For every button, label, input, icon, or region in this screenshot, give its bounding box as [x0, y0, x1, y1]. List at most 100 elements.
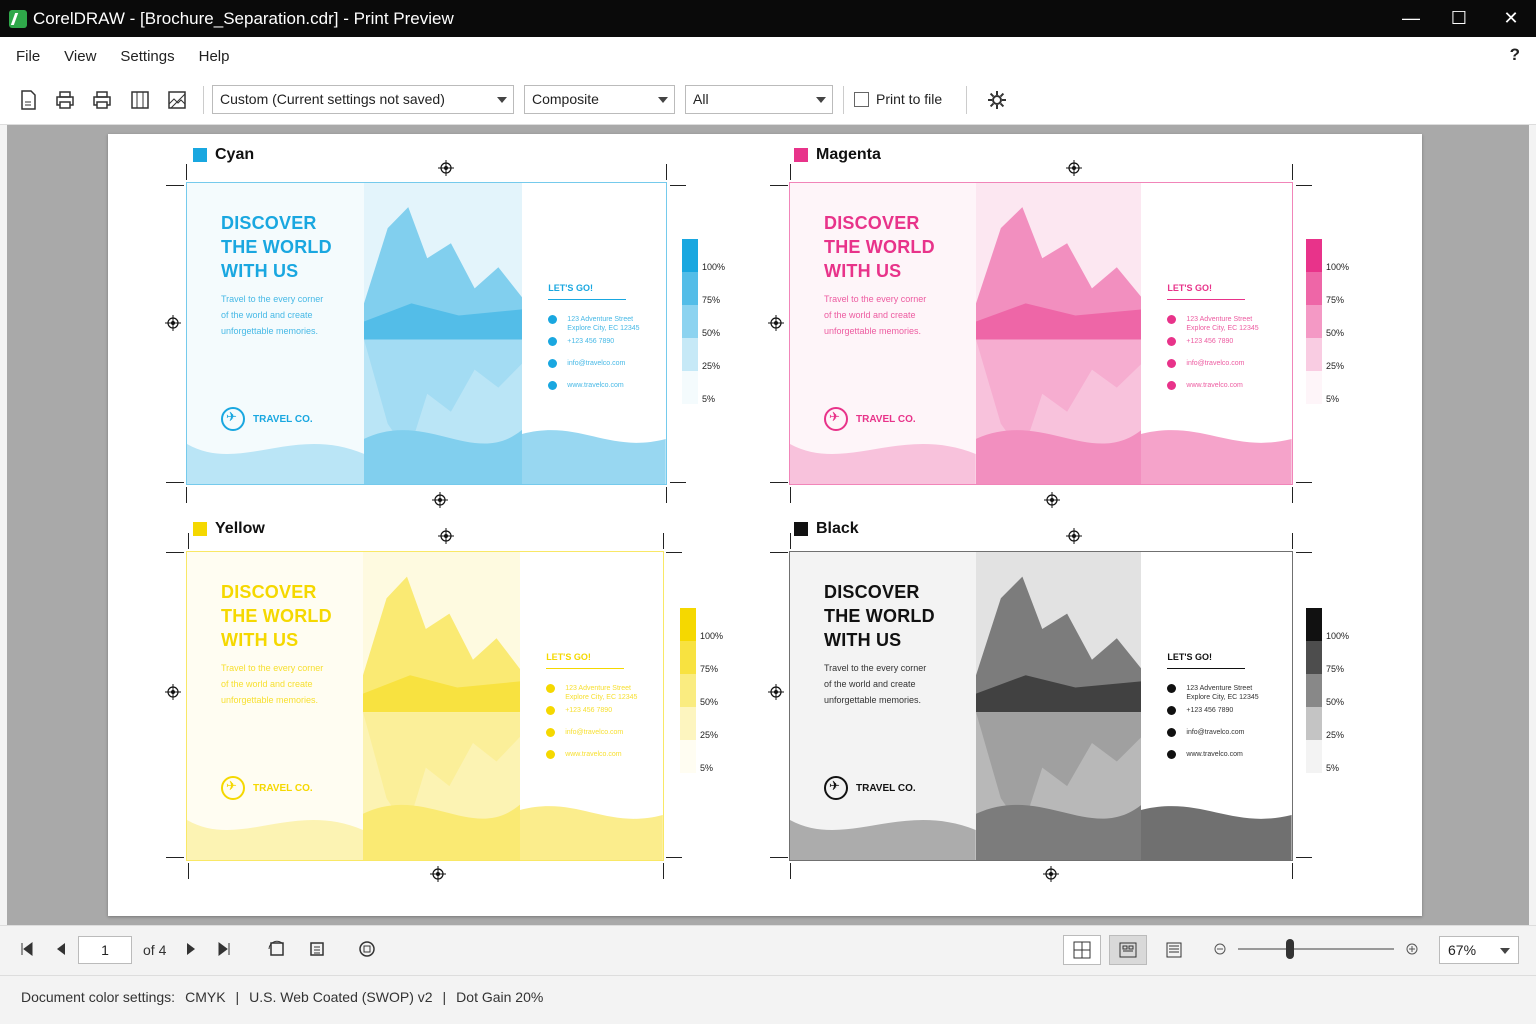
refresh-preview-icon[interactable] [357, 939, 377, 959]
tint-patch [680, 707, 696, 740]
crop-mark [790, 487, 791, 503]
print-quick-icon[interactable] [91, 89, 113, 111]
tint-patch [1306, 305, 1322, 338]
page-range-dropdown[interactable]: All [685, 85, 833, 114]
tint-percent-label: 75% [702, 295, 721, 305]
plate-label-black: Black [794, 520, 859, 538]
contact-text: +123 456 7890 [1186, 707, 1234, 714]
print-mode-dropdown[interactable]: Composite [524, 85, 675, 114]
contact-text: +123 456 7890 [567, 338, 615, 345]
close-button[interactable]: ✕ [1486, 0, 1536, 37]
phone-icon [1167, 337, 1177, 346]
contact-text: Explore City, EC 12345 [567, 325, 640, 332]
new-page-icon[interactable] [17, 89, 39, 111]
doc-settings-label: Document color settings: [21, 988, 176, 1005]
headline-line: DISCOVER [824, 213, 920, 233]
maximize-button[interactable]: ☐ [1434, 0, 1484, 37]
tint-patch [1306, 608, 1322, 641]
print-icon[interactable] [54, 89, 76, 111]
print-style-value: Custom (Current settings not saved) [220, 91, 445, 107]
print-style-dropdown[interactable]: Custom (Current settings not saved) [212, 85, 514, 114]
gear-icon[interactable] [986, 89, 1008, 111]
fit-page-icon[interactable] [307, 939, 327, 959]
wave-decoration [1141, 806, 1292, 860]
zoom-in-icon[interactable] [1405, 942, 1419, 956]
tint-percent-label: 50% [1326, 328, 1345, 338]
menu-view[interactable]: View [64, 48, 96, 65]
first-page-icon[interactable] [20, 942, 34, 956]
color-scale-yellow [680, 608, 696, 773]
rotate-page-icon[interactable] [267, 939, 287, 959]
magenta-swatch [794, 148, 808, 162]
zoom-dropdown[interactable]: 67% [1439, 936, 1519, 964]
menu-file[interactable]: File [16, 48, 40, 65]
zoom-slider-track[interactable] [1238, 948, 1394, 950]
chevron-down-icon [816, 97, 826, 103]
headline-line: THE WORLD [824, 606, 935, 626]
previous-page-icon[interactable] [54, 942, 68, 956]
page-number-input[interactable]: 1 [78, 936, 132, 964]
subtext-line: of the world and create [824, 679, 916, 689]
tint-patch [682, 239, 698, 272]
single-page-view-button[interactable] [1063, 935, 1101, 965]
minimize-button[interactable]: — [1386, 0, 1436, 37]
multi-page-view-button[interactable] [1109, 935, 1147, 965]
contact-text: +123 456 7890 [1186, 338, 1234, 345]
contact-text: 123 Adventure Street [565, 685, 631, 692]
crop-mark [770, 482, 788, 483]
heading-underline [546, 668, 625, 669]
crop-mark [1296, 552, 1312, 553]
tint-percent-label: 50% [1326, 697, 1345, 707]
wave-decoration [790, 444, 976, 484]
registration-mark [438, 528, 454, 544]
email-icon [1167, 728, 1177, 737]
crop-mark [188, 863, 189, 879]
document-color-settings-bar: Document color settings: CMYK | U.S. Web… [0, 975, 1536, 1017]
tint-percent-label: 100% [1326, 631, 1350, 641]
cyan-swatch [193, 148, 207, 162]
list-view-button[interactable] [1155, 935, 1193, 965]
yellow-swatch [193, 522, 207, 536]
grid-view-icon [1073, 941, 1091, 959]
last-page-icon[interactable] [217, 942, 231, 956]
lets-go-heading: LET'S GO! [548, 283, 593, 293]
globe-icon [546, 750, 556, 759]
subtext-line: Travel to the every corner [221, 294, 324, 304]
menu-help[interactable]: Help [199, 48, 230, 65]
tint-patch [680, 674, 696, 707]
zoom-value: 67% [1448, 942, 1477, 958]
crop-mark [1292, 487, 1293, 503]
mountain-image [364, 183, 523, 484]
menu-settings[interactable]: Settings [120, 48, 174, 65]
zoom-out-icon[interactable] [1213, 942, 1227, 956]
phone-icon [548, 337, 558, 346]
imposition-icon[interactable] [166, 89, 188, 111]
lets-go-heading: LET'S GO! [546, 652, 591, 662]
print-to-file-checkbox[interactable] [854, 92, 869, 107]
help-icon[interactable]: ? [1510, 45, 1520, 65]
brochure-front-panel: DISCOVER THE WORLD WITH US Travel to the ev… [790, 183, 976, 484]
crop-mark [670, 185, 686, 186]
contact-text: Explore City, EC 12345 [1186, 325, 1259, 332]
registration-mark [165, 315, 181, 331]
brochure-headline: DISCOVER THE WORLD WITH US [221, 211, 332, 283]
mountain-image [363, 552, 521, 860]
contact-item: www.travelco.com [546, 750, 622, 759]
tint-patch [680, 641, 696, 674]
registration-mark [1043, 866, 1059, 882]
subtext-line: unforgettable memories. [221, 695, 319, 705]
contact-item: info@travelco.com [1167, 359, 1244, 368]
next-page-icon[interactable] [184, 942, 198, 956]
headline-line: THE WORLD [824, 237, 935, 257]
tint-percent-label: 5% [700, 763, 714, 773]
contact-text: info@travelco.com [1186, 729, 1245, 736]
brochure-headline: DISCOVER THE WORLD WITH US [824, 580, 935, 652]
headline-line: WITH US [221, 630, 299, 650]
page-layout-icon[interactable] [129, 89, 151, 111]
contact-text: info@travelco.com [567, 360, 626, 367]
contact-text: www.travelco.com [567, 382, 624, 389]
tint-patch [1306, 371, 1322, 404]
subtext-line: Travel to the every corner [221, 663, 324, 673]
brochure-plate-yellow: DISCOVER THE WORLD WITH US Travel to the ev… [186, 551, 664, 861]
zoom-slider-handle[interactable] [1286, 939, 1294, 959]
